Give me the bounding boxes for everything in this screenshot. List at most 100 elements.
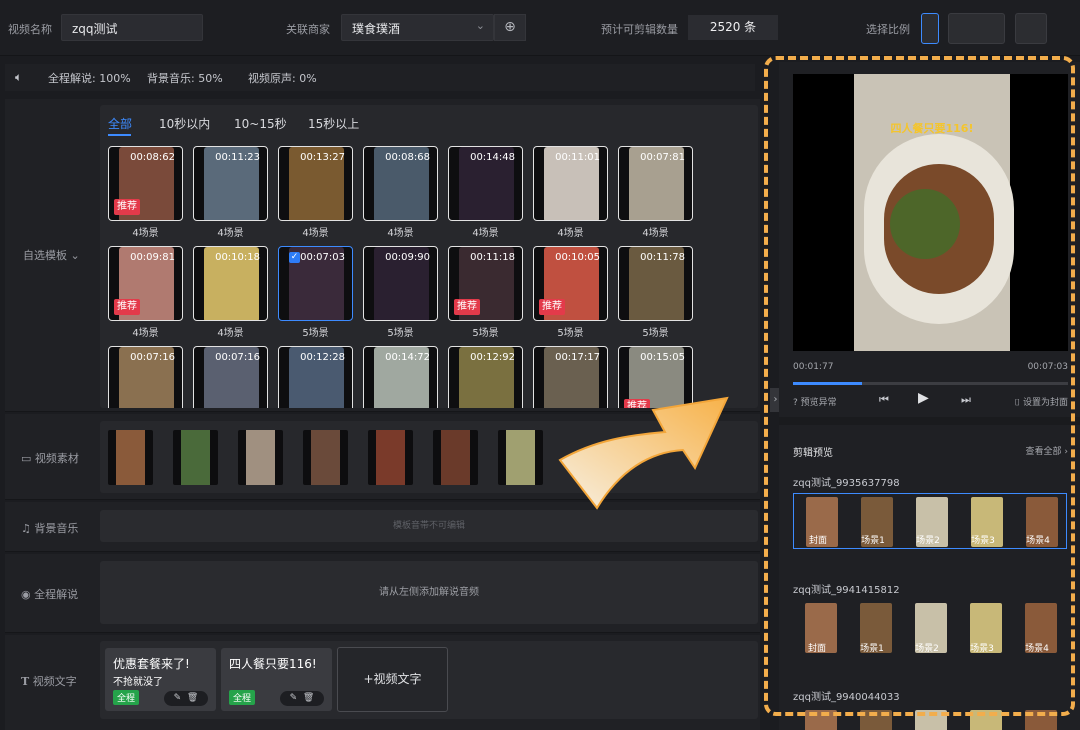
merchant-select[interactable]: 璞食璞酒 ⌄	[341, 14, 494, 41]
template-thumbnail[interactable]: 00:14:72	[363, 346, 438, 408]
template-duration: 00:12:92	[470, 352, 515, 363]
material-row-label: ▭ 视频素材	[21, 450, 79, 466]
text-card-line1: 四人餐只要116!	[229, 657, 317, 671]
text-card[interactable]: 优惠套餐来了! 不抢就没了 全程 ✎ 🗑︎	[105, 648, 216, 711]
ratio-label: 选择比例	[866, 23, 910, 36]
template-thumbnail[interactable]: 00:10:05 推荐	[533, 246, 608, 321]
template-thumbnail[interactable]: 00:13:27	[278, 146, 353, 221]
mic-icon: ◉	[21, 588, 31, 601]
checkbox-checked-icon[interactable]: ✓	[289, 252, 300, 263]
template-scene-count: 4场景	[217, 328, 244, 339]
narration-dropzone[interactable]: 请从左侧添加解说音频	[100, 561, 758, 624]
template-duration: 00:07:81	[640, 152, 685, 163]
template-thumbnail[interactable]: 00:10:18	[193, 246, 268, 321]
template-thumbnail[interactable]: 00:07:16	[193, 346, 268, 408]
bgm-row-label: ♫ 背景音乐	[21, 520, 78, 536]
chevron-down-icon: ⌄	[475, 19, 485, 32]
template-label-text: 自选模板	[23, 249, 67, 262]
tab-all[interactable]: 全部	[108, 115, 132, 132]
tab-over-15s[interactable]: 15秒以上	[308, 115, 359, 132]
template-duration: 00:14:48	[470, 152, 515, 163]
template-scene-count: 4场景	[132, 328, 159, 339]
ratio-16-9-button[interactable]	[948, 13, 1005, 44]
narration-row-label: ◉ 全程解说	[21, 586, 78, 602]
template-thumbnail[interactable]: 00:11:18 推荐	[448, 246, 523, 321]
template-duration: 00:07:16	[215, 352, 260, 363]
template-scene-count: 5场景	[557, 328, 584, 339]
template-thumbnail[interactable]: 00:07:03 ✓	[278, 246, 353, 321]
active-tab-indicator	[108, 134, 131, 136]
edit-icon[interactable]: ✎	[174, 693, 182, 703]
pointer-arrow-icon	[558, 396, 729, 510]
material-thumbnail[interactable]	[173, 430, 218, 485]
text-card-line2: 不抢就没了	[113, 677, 163, 688]
template-duration: 00:08:68	[385, 152, 430, 163]
template-duration: 00:11:78	[640, 252, 685, 263]
top-bar: 视频名称 zqq测试 关联商家 璞食璞酒 ⌄ ⊕ 预计可剪辑数量 2520 条 …	[0, 0, 1080, 56]
ratio-9-16-button[interactable]	[921, 13, 939, 44]
add-merchant-button[interactable]: ⊕	[494, 14, 526, 41]
tab-10-15s[interactable]: 10~15秒	[234, 115, 287, 132]
edit-icon[interactable]: ✎	[290, 693, 298, 703]
template-panel: 全部 10秒以内 10~15秒 15秒以上 00:08:62 推荐 4场景 00:11…	[100, 105, 758, 408]
trash-icon[interactable]: 🗑︎	[187, 693, 198, 703]
template-thumbnail[interactable]: 00:11:78	[618, 246, 693, 321]
trash-icon[interactable]: 🗑︎	[303, 693, 314, 703]
narration-label-text: 全程解说	[34, 588, 79, 601]
text-card-line1: 优惠套餐来了!	[113, 657, 190, 671]
card-tools: ✎ 🗑︎	[164, 691, 208, 706]
template-scene-count: 4场景	[472, 228, 499, 239]
chevron-down-icon: ⌄	[70, 249, 80, 262]
narration-row: ◉ 全程解说 请从左侧添加解说音频	[5, 554, 760, 633]
template-duration: 00:08:62	[130, 152, 175, 163]
material-thumbnail[interactable]	[368, 430, 413, 485]
text-row-label: T 视频文字	[21, 673, 77, 689]
scope-badge: 全程	[113, 690, 140, 705]
template-scene-count: 4场景	[387, 228, 414, 239]
template-thumbnail[interactable]: 00:11:23	[193, 146, 268, 221]
template-thumbnail[interactable]: 00:12:92	[448, 346, 523, 408]
template-duration: 00:09:81	[130, 252, 175, 263]
material-thumbnail[interactable]	[238, 430, 283, 485]
template-thumbnail[interactable]: 00:09:90	[363, 246, 438, 321]
estimate-count: 2520 条	[688, 15, 778, 40]
material-thumbnail[interactable]	[433, 430, 478, 485]
template-thumbnail[interactable]: 00:11:01	[533, 146, 608, 221]
template-duration: 00:10:05	[555, 252, 600, 263]
speaker-icon[interactable]: 🔈︎	[15, 70, 22, 85]
recommended-badge: 推荐	[114, 199, 140, 215]
merchant-label: 关联商家	[286, 23, 330, 36]
template-scene-count: 4场景	[642, 228, 669, 239]
recommended-badge: 推荐	[539, 299, 565, 315]
material-thumbnail[interactable]	[303, 430, 348, 485]
template-duration: 00:17:17	[555, 352, 600, 363]
recommended-badge: 推荐	[454, 299, 480, 315]
template-duration: 00:10:18	[215, 252, 260, 263]
highlight-frame	[764, 56, 1075, 716]
template-thumbnail[interactable]: 00:08:68	[363, 146, 438, 221]
template-scene-count: 4场景	[217, 228, 244, 239]
template-scene-count: 4场景	[557, 228, 584, 239]
recommended-badge: 推荐	[114, 299, 140, 315]
volume-status-bar: 🔈︎ 全程解说: 100% 背景音乐: 50% 视频原声: 0%	[5, 64, 755, 91]
template-row-label[interactable]: 自选模板 ⌄	[23, 247, 80, 263]
template-thumbnail[interactable]: 00:12:28	[278, 346, 353, 408]
template-thumbnail[interactable]: 00:14:48	[448, 146, 523, 221]
text-icon: T	[21, 675, 30, 688]
ratio-1-1-button[interactable]	[1015, 13, 1047, 44]
material-thumbnail[interactable]	[498, 430, 543, 485]
tab-under-10s[interactable]: 10秒以内	[159, 115, 210, 132]
video-name-input[interactable]: zqq测试	[61, 14, 203, 41]
template-scene-count: 5场景	[387, 328, 414, 339]
add-text-button[interactable]: +视频文字	[337, 647, 448, 712]
estimate-label: 预计可剪辑数量	[601, 23, 678, 36]
text-card[interactable]: 四人餐只要116! 全程 ✎ 🗑︎	[221, 648, 332, 711]
template-duration: 00:11:23	[215, 152, 260, 163]
material-thumbnail[interactable]	[108, 430, 153, 485]
template-thumbnail[interactable]: 00:08:62 推荐	[108, 146, 183, 221]
template-thumbnail[interactable]: 00:09:81 推荐	[108, 246, 183, 321]
merchant-value: 璞食璞酒	[352, 22, 401, 36]
template-thumbnail[interactable]: 00:07:81	[618, 146, 693, 221]
narration-volume: 全程解说: 100%	[48, 72, 131, 85]
template-thumbnail[interactable]: 00:07:16	[108, 346, 183, 408]
